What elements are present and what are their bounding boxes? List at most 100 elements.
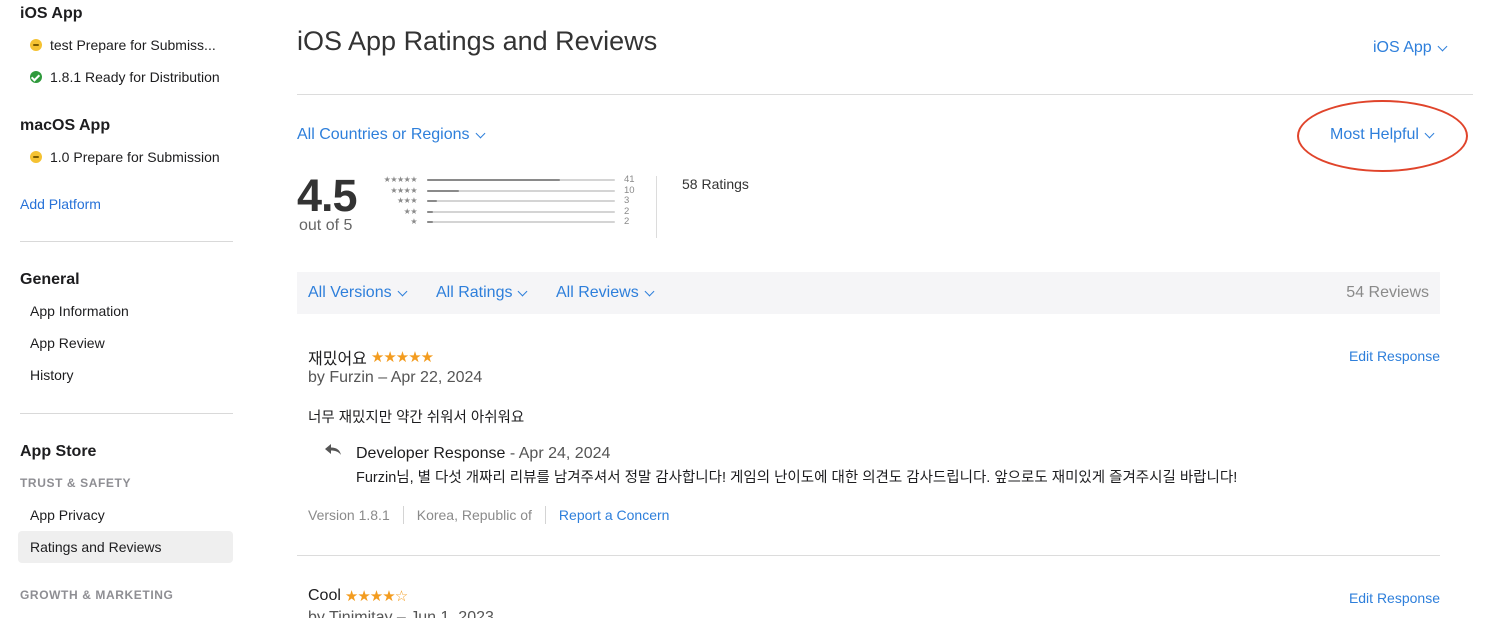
review-title-row: Cool ★★★★☆ bbox=[308, 587, 408, 605]
review-meta: Version 1.8.1 Korea, Republic of Report … bbox=[308, 506, 669, 524]
chevron-down-icon bbox=[1437, 41, 1448, 51]
platform-selector-label: iOS App bbox=[1373, 39, 1432, 56]
version-label: test Prepare for Submiss... bbox=[50, 37, 216, 53]
reviews-count: 54 Reviews bbox=[1346, 284, 1429, 301]
sidebar-item-app-information[interactable]: App Information bbox=[18, 295, 233, 327]
sidebar-heading-app-store: App Store bbox=[20, 443, 97, 460]
sidebar-item-app-review[interactable]: App Review bbox=[18, 327, 233, 359]
histogram-track bbox=[427, 179, 615, 181]
star-rating: ★★★★★ bbox=[370, 349, 434, 366]
chevron-down-icon bbox=[518, 286, 528, 296]
review-card: 재밌어요 ★★★★★ Edit Response by Furzin – Apr… bbox=[308, 345, 1440, 545]
sidebar-heading-ios: iOS App bbox=[20, 5, 83, 22]
sidebar-divider bbox=[20, 413, 233, 414]
edit-response-link[interactable]: Edit Response bbox=[1349, 348, 1440, 364]
page-title: iOS App Ratings and Reviews bbox=[297, 26, 658, 56]
histogram-star-label: ★★★★ bbox=[390, 185, 417, 195]
summary-divider bbox=[656, 176, 657, 238]
versions-filter-dropdown[interactable]: All Versions bbox=[308, 284, 408, 302]
histogram-count: 41 bbox=[624, 174, 635, 185]
histogram-star-label: ★★ bbox=[403, 206, 418, 216]
chevron-down-icon bbox=[644, 286, 655, 296]
average-rating: 4.5 bbox=[297, 170, 358, 221]
ratings-filter-dropdown[interactable]: All Ratings bbox=[436, 284, 528, 302]
versions-filter-label: All Versions bbox=[308, 284, 392, 301]
histogram-bar bbox=[427, 189, 460, 192]
histogram-count: 2 bbox=[624, 205, 630, 217]
histogram-star-label: ★ bbox=[410, 217, 417, 226]
main-content: iOS App Ratings and Reviews iOS App All … bbox=[297, 0, 1473, 618]
highlight-annotation-circle bbox=[1297, 100, 1468, 172]
review-title: 재밌어요 bbox=[308, 351, 367, 368]
sidebar-heading-general: General bbox=[20, 271, 80, 288]
histogram-track bbox=[427, 210, 615, 213]
chevron-down-icon bbox=[397, 286, 408, 296]
chevron-down-icon bbox=[475, 128, 485, 138]
histogram-bar bbox=[427, 200, 437, 202]
review-filter-bar: All Versions All Ratings All Reviews 54 … bbox=[297, 272, 1440, 314]
sidebar-item-ratings-and-reviews[interactable]: Ratings and Reviews bbox=[18, 531, 233, 563]
sidebar-heading-macos: macOS App bbox=[20, 117, 111, 134]
edit-response-link[interactable]: Edit Response bbox=[1349, 590, 1440, 606]
histogram-star-label: ★★★ bbox=[396, 196, 418, 205]
app-store-connect-page: iOS App test Prepare for Submiss... 1.8.… bbox=[0, 0, 1500, 618]
review-author-date: by Furzin – Apr 22, 2024 bbox=[308, 369, 483, 386]
review-title: Cool bbox=[308, 587, 341, 604]
histogram-star-label: ★★★★★ bbox=[383, 175, 418, 184]
meta-separator bbox=[544, 506, 546, 524]
histogram-row: ★★ 2 bbox=[380, 205, 640, 217]
pending-status-icon bbox=[30, 151, 42, 163]
rating-scale: out of 5 bbox=[299, 217, 353, 234]
sidebar-item-history[interactable]: History bbox=[18, 359, 233, 391]
reply-arrow-icon bbox=[325, 444, 341, 455]
developer-response-header: Developer Response - Apr 24, 2024 bbox=[356, 445, 610, 463]
review-title-row: 재밌어요 ★★★★★ bbox=[308, 345, 434, 369]
developer-response-label: Developer Response bbox=[356, 445, 506, 462]
review-version: Version 1.8.1 bbox=[308, 507, 390, 523]
histogram-track bbox=[427, 189, 615, 192]
sidebar-version-macos-1-0[interactable]: 1.0 Prepare for Submission bbox=[30, 146, 220, 168]
histogram-count: 3 bbox=[624, 195, 630, 206]
histogram-row: ★ 2 bbox=[380, 217, 640, 227]
histogram-count: 10 bbox=[624, 184, 635, 196]
reviews-filter-label: All Reviews bbox=[556, 284, 639, 301]
sidebar-section-trust-safety: TRUST & SAFETY bbox=[20, 476, 132, 490]
reviews-filter-dropdown[interactable]: All Reviews bbox=[556, 284, 655, 302]
sidebar-section-growth-marketing: GROWTH & MARKETING bbox=[20, 588, 174, 602]
ratings-filter-label: All Ratings bbox=[436, 284, 513, 301]
histogram-track bbox=[427, 200, 615, 202]
sidebar-version-test[interactable]: test Prepare for Submiss... bbox=[30, 34, 216, 56]
platform-selector-dropdown[interactable]: iOS App bbox=[1373, 39, 1448, 57]
review-author-date: by Tinimitay – Jun 1, 2023 bbox=[308, 609, 494, 618]
histogram-bar bbox=[427, 221, 434, 223]
region-filter-dropdown[interactable]: All Countries or Regions bbox=[297, 126, 485, 144]
sidebar-version-1-8-1[interactable]: 1.8.1 Ready for Distribution bbox=[30, 66, 220, 88]
star-rating: ★★★★☆ bbox=[344, 588, 408, 605]
version-label: 1.0 Prepare for Submission bbox=[50, 149, 220, 165]
developer-response-date: - Apr 24, 2024 bbox=[505, 445, 611, 462]
review-card: Cool ★★★★☆ Edit Response by Tinimitay – … bbox=[308, 587, 1440, 618]
add-platform-link[interactable]: Add Platform bbox=[20, 196, 101, 212]
pending-status-icon bbox=[30, 39, 42, 51]
review-country: Korea, Republic of bbox=[416, 507, 532, 523]
histogram-bar bbox=[427, 179, 560, 181]
histogram-row: ★★★★ 10 bbox=[380, 184, 640, 196]
sidebar-item-app-privacy[interactable]: App Privacy bbox=[18, 499, 233, 531]
sidebar: iOS App test Prepare for Submiss... 1.8.… bbox=[0, 0, 240, 618]
report-concern-link[interactable]: Report a Concern bbox=[559, 507, 670, 523]
developer-response-body: Furzin님, 별 다섯 개짜리 리뷰를 남겨주셔서 정말 감사합니다! 게임… bbox=[356, 470, 1238, 486]
total-ratings: 58 Ratings bbox=[682, 176, 749, 192]
ready-status-icon bbox=[30, 71, 42, 83]
histogram-row: ★★★ 3 bbox=[380, 196, 640, 206]
histogram-row: ★★★★★ 41 bbox=[380, 175, 640, 185]
histogram-bar bbox=[427, 210, 434, 213]
review-body: 너무 재밌지만 약간 쉬워서 아쉬워요 bbox=[308, 410, 525, 426]
histogram-count: 2 bbox=[624, 216, 630, 227]
region-filter-label: All Countries or Regions bbox=[297, 126, 470, 143]
meta-separator bbox=[402, 506, 404, 524]
sidebar-divider bbox=[20, 241, 233, 242]
version-label: 1.8.1 Ready for Distribution bbox=[50, 69, 220, 85]
header-divider bbox=[297, 94, 1473, 95]
histogram-track bbox=[427, 221, 615, 223]
review-divider bbox=[297, 555, 1440, 556]
